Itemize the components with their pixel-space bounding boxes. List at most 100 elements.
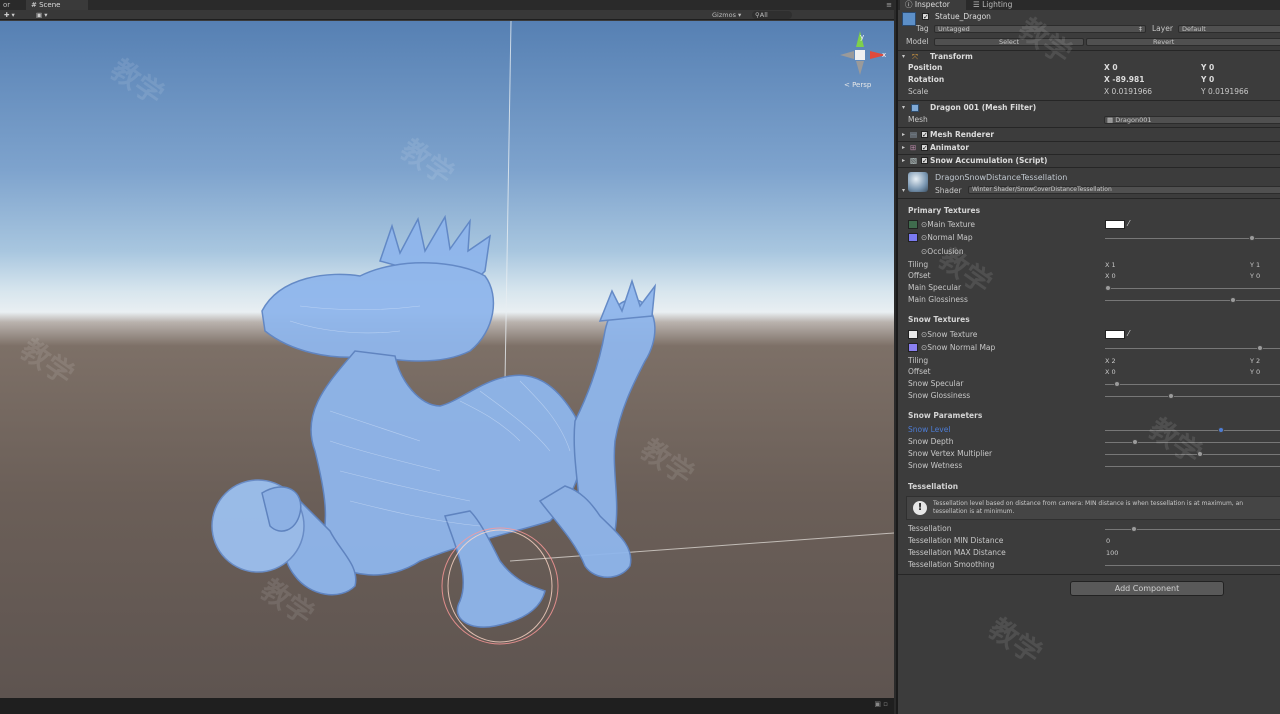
unity-editor: or # Scene ≡ ✚ ▾ ▣ ▾ Gizmos ▾ ⚲All 教学 教学… [0,0,1280,714]
snow-depth-knob[interactable] [1132,439,1139,445]
foldout-arrow-icon[interactable]: ▸ [902,143,905,153]
main-glossiness-slider[interactable] [1105,300,1280,301]
scene-bottom-bar: ▣ ▫ [0,698,894,714]
primary-offset-x[interactable]: X 0 [1105,271,1116,281]
persp-label[interactable]: < Persp [844,81,871,89]
shaded-mode-icon[interactable]: ✚ ▾ [4,10,15,20]
tab-inspector[interactable]: ⓘ Inspector [900,0,966,10]
eyedropper-icon[interactable]: ⁄ [1128,219,1129,229]
scene-tab-icon: # [31,1,37,9]
tag-value: Untagged [938,25,970,33]
mesh-renderer-title[interactable]: Mesh Renderer [930,130,994,140]
occlusion-text: Occlusion [927,247,964,256]
tessellation-max-field[interactable]: 100 [1106,548,1118,558]
snow-normal-slider[interactable] [1105,348,1280,349]
snow-accumulation-checkbox[interactable]: ✓ [921,157,928,165]
main-texture-thumbnail[interactable] [908,220,918,229]
active-checkbox[interactable]: ✓ [922,13,929,21]
inspector-panel: ⓘ Inspector ☰ Lighting ✓ Statue_Dragon T… [896,0,1280,714]
snow-tiling-x[interactable]: X 2 [1105,356,1116,366]
main-specular-slider[interactable] [1105,288,1280,289]
snow-accumulation-title[interactable]: Snow Accumulation (Script) [930,156,1047,166]
rotation-y-field[interactable]: Y 0 [1201,75,1214,85]
snow-offset-y[interactable]: Y 0 [1250,367,1260,377]
rotation-x-field[interactable]: X -89.981 [1104,75,1144,85]
primary-tiling-x[interactable]: X 1 [1105,260,1116,270]
tessellation-min-field[interactable]: 0 [1106,536,1110,546]
snow-color-swatch[interactable] [1105,330,1125,339]
main-color-swatch[interactable] [1105,220,1125,229]
panel-menu-icon[interactable]: ≡ [886,0,892,10]
model-select-button[interactable]: Select [934,38,1084,46]
snow-normal-map-thumbnail[interactable] [908,343,918,352]
separator [898,100,1280,101]
tag-dropdown[interactable]: Untagged ‡ [934,25,1146,33]
foldout-arrow-icon[interactable]: ▾ [902,186,905,196]
snow-tiling-y[interactable]: Y 2 [1250,356,1260,366]
main-glossiness-knob[interactable] [1229,297,1236,303]
snow-normal-map-label: ⊙Snow Normal Map [921,343,996,352]
dragon-statue[interactable] [211,214,657,628]
snow-specular-slider[interactable] [1105,384,1280,385]
layer-dropdown[interactable]: Default [1178,25,1280,33]
tab-lighting[interactable]: ☰ Lighting [968,0,1017,10]
position-x-field[interactable]: X 0 [1104,63,1118,73]
snow-offset-label: Offset [908,367,931,376]
normal-map-thumbnail[interactable] [908,233,918,242]
animator-title[interactable]: Animator [930,143,969,153]
main-specular-label: Main Specular [908,283,962,292]
foldout-arrow-icon[interactable]: ▸ [902,156,905,166]
scene-viewport[interactable]: 教学 教学 教学 教学 教学 x y < Persp [0,21,894,698]
scale-x-field[interactable]: X 0.0191966 [1104,87,1152,97]
scene-render [211,21,894,645]
position-label: Position [908,63,943,72]
tessellation-smoothing-slider[interactable] [1105,565,1280,566]
shader-dropdown[interactable]: Winter Shader/SnowCoverDistanceTessellat… [968,186,1280,194]
snow-normal-slider-knob[interactable] [1257,345,1263,351]
snow-glossiness-slider[interactable] [1105,396,1280,397]
gizmos-dropdown[interactable]: Gizmos ▾ [712,10,741,20]
scene-search-field[interactable]: ⚲All [752,11,792,19]
object-name-field[interactable]: Statue_Dragon [935,12,991,22]
primary-textures-title: Primary Textures [908,206,981,215]
snow-vertex-multiplier-knob[interactable] [1197,451,1204,457]
prefab-cube-icon [902,12,916,26]
foldout-arrow-icon[interactable]: ▾ [902,52,905,62]
mesh-object-field[interactable]: ▦ Dragon001 [1104,116,1280,124]
snow-depth-slider[interactable] [1105,442,1280,443]
normal-map-slider-knob[interactable] [1249,235,1255,241]
snow-level-knob[interactable] [1217,427,1224,433]
model-label: Model [906,37,929,46]
snow-vertex-multiplier-slider[interactable] [1105,454,1280,455]
eyedropper-icon[interactable]: ⁄ [1128,329,1129,339]
snow-normal-map-text: Snow Normal Map [927,343,996,352]
foldout-arrow-icon[interactable]: ▸ [902,130,905,140]
snow-wetness-slider[interactable] [1105,466,1280,467]
tab-previous[interactable]: or [0,0,15,10]
model-revert-button[interactable]: Revert [1086,38,1280,46]
snow-glossiness-knob[interactable] [1168,393,1175,399]
snow-offset-x[interactable]: X 0 [1105,367,1116,377]
main-specular-knob[interactable] [1105,285,1111,291]
tessellation-knob[interactable] [1130,526,1137,532]
position-y-field[interactable]: Y 0 [1201,63,1214,73]
snow-level-slider[interactable] [1105,430,1280,431]
script-icon: ▧ [910,156,918,165]
primary-tiling-label: Tiling [908,260,929,269]
add-component-button[interactable]: Add Component [1070,581,1224,596]
mesh-value-text: Dragon001 [1115,116,1152,124]
snow-specular-knob[interactable] [1113,381,1120,387]
animator-checkbox[interactable]: ✓ [921,144,928,152]
snow-texture-text: Snow Texture [927,330,978,339]
foldout-arrow-icon[interactable]: ▾ [902,103,905,113]
tab-scene[interactable]: # Scene [26,0,88,10]
primary-tiling-y[interactable]: Y 1 [1250,260,1260,270]
occlusion-label: ⊙Occlusion [921,247,964,256]
primary-offset-y[interactable]: Y 0 [1250,271,1260,281]
scale-y-field[interactable]: Y 0.0191966 [1201,87,1249,97]
snow-texture-thumbnail[interactable] [908,330,918,339]
transform-title: Transform [930,52,973,61]
orientation-gizmo[interactable]: x y < Persp [832,29,890,91]
mesh-renderer-checkbox[interactable]: ✓ [921,131,928,139]
scene-effects-icon[interactable]: ▣ ▾ [36,10,47,20]
